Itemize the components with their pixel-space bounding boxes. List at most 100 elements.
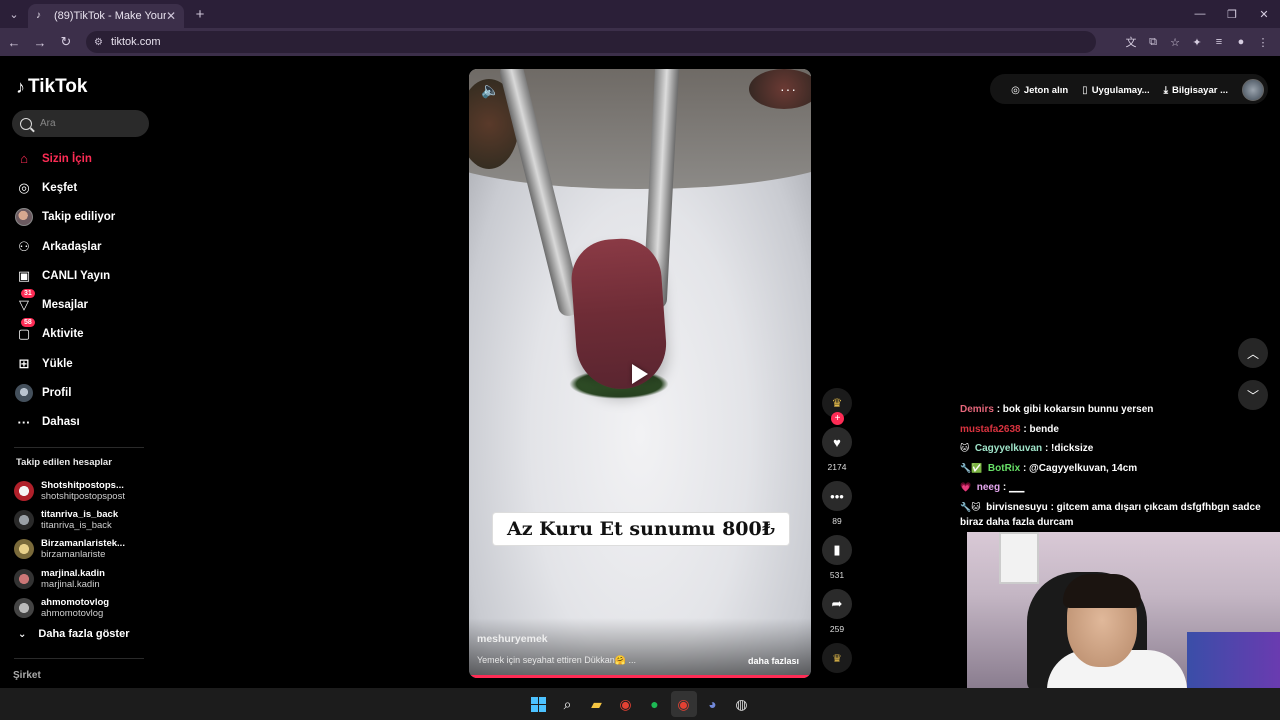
profile-icon[interactable]: ● [1230,31,1252,53]
chat-user: Demirs [960,404,994,415]
like-button[interactable]: ♥ [822,427,852,457]
stream-chat-overlay: Demirs : bok gibi kokarsın bunnu yersen … [960,400,1270,530]
phone-icon: ▯ [1082,84,1088,96]
account-handle: birzamanlariste [41,549,106,561]
minimize-button[interactable]: — [1184,0,1216,28]
compass-icon: ◎ [18,179,30,195]
back-button[interactable]: ← [2,30,26,54]
extensions-icon[interactable]: ✦ [1186,31,1208,53]
account-avatar [14,539,34,560]
new-tab-button[interactable]: + [188,6,212,23]
restore-button[interactable]: ❐ [1216,0,1248,28]
account-handle: ahmomotovlog [41,607,104,619]
comment-button[interactable]: ••• [822,481,852,511]
menu-item-live[interactable]: ▣ CANLI Yayın [14,261,115,290]
obs-icon[interactable]: ◍ [729,691,755,717]
video-progress-bar[interactable] [469,675,811,678]
reload-button[interactable]: ↻ [54,30,78,54]
show-more-button[interactable]: ⌄ Daha fazla göster [18,628,129,640]
chat-text: : @Cagyyelkuvan, 14cm [1022,462,1138,474]
menu-item-profile[interactable]: Profil [14,378,115,407]
volume-icon[interactable]: 🔈 [481,81,500,99]
video-player[interactable]: 🔈 ··· Az Kuru Et sunumu 800₺ meshuryemek… [469,69,811,678]
menu-item-upload[interactable]: ⊞ Yükle [14,349,115,378]
search-placeholder: Ara [40,118,56,129]
forward-button[interactable]: → [28,30,52,54]
account-avatar [14,509,34,530]
following-account[interactable]: ahmomotovlog ahmomotovlog [14,593,125,622]
chat-message: 🔧✅ BotRix : @Cagyyelkuvan, 14cm [960,459,1270,479]
tab-search-icon[interactable]: ⌄ [0,0,28,28]
app-label: Uygulamay... [1091,84,1150,96]
music-disc-icon[interactable]: ♛ [822,643,852,673]
search-taskbar-icon[interactable]: ⌕ [555,691,581,717]
chat-user: neeg [976,482,1001,493]
menu-label: Mesajlar [42,299,89,312]
video-author[interactable]: meshuryemek [477,633,548,645]
discord-icon[interactable]: ◕ [700,691,726,717]
menu-item-messages[interactable]: ▽ 31 Mesajlar [14,289,115,319]
start-button[interactable] [526,691,552,717]
menu-item-more[interactable]: ··· Dahası [14,408,115,437]
following-account[interactable]: titanriva_is_back titanriva_is_back [14,505,125,534]
menu-label: Dahası [42,416,80,429]
save-button[interactable]: ▮ [822,535,852,565]
tab-close-icon[interactable]: ✕ [166,9,176,23]
sidebar: ♪ TikTok Ara ⌂ Sizin İçin ◎ Keşfet Takip… [0,58,160,688]
get-app-button[interactable]: ▯ Uygulamay... [1082,78,1149,102]
bookmark-icon: ▮ [833,542,841,557]
menu-item-explore[interactable]: ◎ Keşfet [14,173,115,202]
install-app-icon[interactable]: ⧉ [1142,31,1164,53]
account-avatar [14,597,34,618]
following-account[interactable]: Shotshitpostops... shotshitpostopspost [14,476,125,505]
get-coins-button[interactable]: ◎ Jeton alın [1011,78,1068,102]
desktop-app-button[interactable]: ⤓ Bilgisayar ... [1164,78,1228,102]
chat-message: Demirs : bok gibi kokarsın bunnu yersen [960,400,1270,420]
see-more-link[interactable]: daha fazlası [748,656,799,666]
menu-item-following[interactable]: Takip ediliyor [14,203,115,232]
logo-text: TikTok [28,76,88,97]
media-control-icon[interactable]: ≡ [1208,31,1230,53]
previous-video-button[interactable]: ︿ [1238,338,1268,368]
tiktok-note-icon: ♪ [16,76,25,97]
menu-item-activity[interactable]: ▢ 58 Aktivite [14,318,115,349]
browser-menu-icon[interactable]: ⋮ [1252,31,1274,53]
site-info-icon[interactable]: ⚙ [94,37,103,48]
tiktok-logo[interactable]: ♪ TikTok [16,76,87,98]
menu-item-for-you[interactable]: ⌂ Sizin İçin [14,144,115,173]
menu-label: Sizin İçin [42,152,92,165]
background-light [1187,632,1280,688]
chat-text: : bok gibi kokarsın bunnu yersen [996,404,1154,415]
following-avatar-icon [14,207,34,227]
following-account[interactable]: marjinal.kadin marjinal.kadin [14,564,125,593]
file-explorer-icon[interactable]: ▰ [584,691,610,717]
download-icon: ⤓ [1163,84,1169,96]
more-options-icon[interactable]: ··· [780,81,797,97]
translate-icon[interactable]: 文 [1120,31,1142,53]
chrome-active-icon[interactable]: ◉ [670,691,697,717]
comment-icon: ••• [830,488,844,504]
bookmark-star-icon[interactable]: ☆ [1164,31,1186,53]
user-avatar[interactable] [1242,79,1264,101]
close-window-button[interactable]: ✕ [1248,0,1280,28]
top-actions: ◎ Jeton alın ▯ Uygulamay... ⤓ Bilgisayar ..… [1011,78,1264,102]
company-link[interactable]: Şirket [13,670,41,681]
video-bottom-gradient [469,618,811,678]
play-icon[interactable] [632,364,648,384]
share-count: 259 [829,624,845,634]
url-bar[interactable]: ⚙ tiktok.com [86,31,1096,53]
search-input[interactable]: Ara [12,110,149,137]
account-name: marjinal.kadin [41,567,105,579]
creator-avatar[interactable]: ♛ + [822,388,852,425]
chat-text: : !dicksize [1044,443,1094,454]
chrome-icon[interactable]: ◉ [613,691,639,717]
following-account[interactable]: Birzamanlaristek... birzamanlariste [14,535,125,564]
chat-badge-icon: 🔧🐱 [960,501,984,512]
menu-label: Keşfet [42,181,78,194]
address-toolbar: ← → ↻ ⚙ tiktok.com 文 ⧉ ☆ ✦ ≡ ● ⋮ [0,28,1280,56]
share-button[interactable]: ➦ [822,589,852,619]
spotify-icon[interactable]: ● [642,691,668,717]
browser-tab[interactable]: ♪ (89)TikTok - Make Your Day ✕ [28,4,184,28]
menu-item-friends[interactable]: ⚇ Arkadaşlar [14,232,115,261]
follow-plus-icon[interactable]: + [831,412,844,425]
